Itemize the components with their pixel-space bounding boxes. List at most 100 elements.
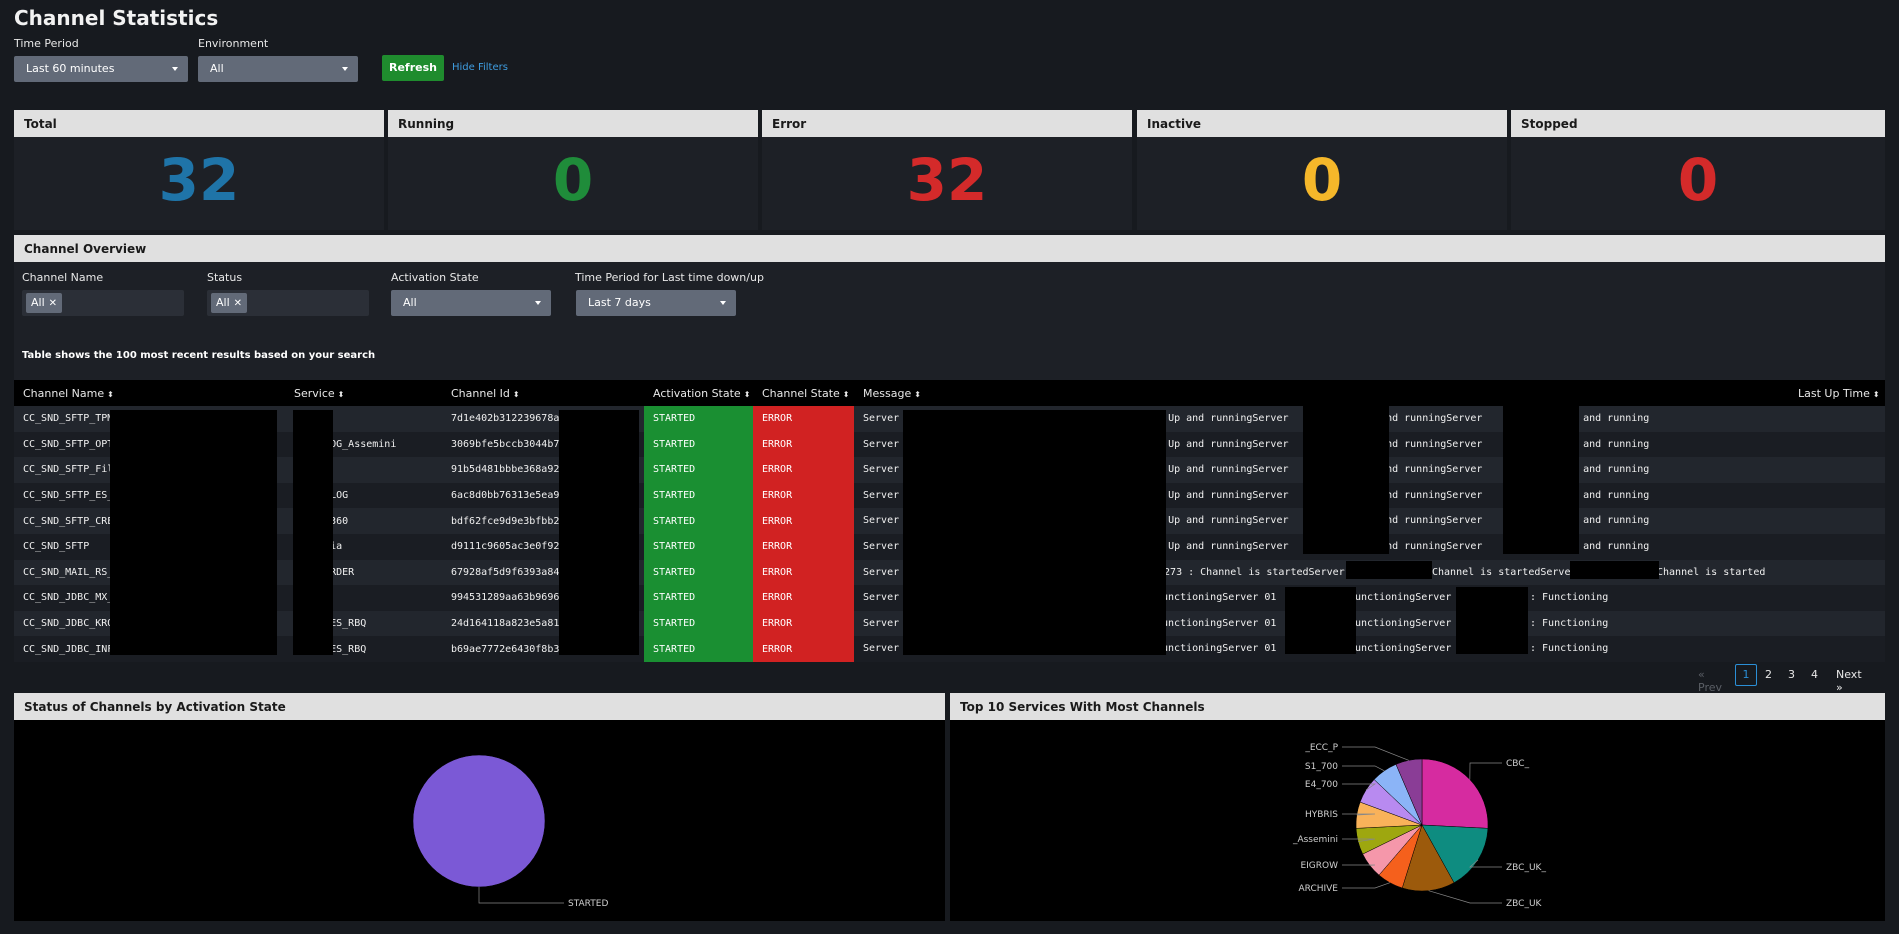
close-icon[interactable]: ✕ [49,298,57,309]
cell-activation-state: STARTED [644,482,753,509]
cell-channel-state: ERROR [753,610,854,637]
services-chart-panel: CBC_ ZBC_UK_ ZBC_UK ARCHIVE EIGROW _Assemini H… [950,720,1885,921]
page-link-4[interactable]: 4 [1811,668,1818,681]
page-link-2[interactable]: 2 [1765,668,1772,681]
stat-value[interactable]: 32 [14,151,384,209]
redaction-block [1456,587,1528,654]
stat-panel-error: Error 32 [762,110,1132,230]
table-header-row: Channel Name ⬍ Service ⬍ Channel Id ⬍ Activ… [14,380,1885,406]
activation-chart-panel: STARTED [14,720,945,921]
chevron-down-icon [342,67,348,71]
channel-name-token[interactable]: All ✕ [26,293,63,313]
column-label: Message [863,386,912,400]
cell-activation-state: STARTED [644,636,753,662]
prev-page-link[interactable]: « Prev [1698,668,1722,694]
leader-line [478,887,564,904]
pie-slice[interactable] [412,754,546,888]
status-input[interactable]: All ✕ [207,290,369,316]
environment-dropdown[interactable]: All [198,56,358,82]
slice-label: _ECC_P [1304,743,1338,753]
channel-overview-header: Channel Overview [14,235,1885,262]
stat-value[interactable]: 0 [1137,151,1507,209]
message-fragment: : Functioning [1530,643,1609,655]
stat-value[interactable]: 0 [388,151,758,209]
page-link-1[interactable]: 1 [1735,664,1757,686]
cell-last-up-time [1789,457,1885,483]
sort-icon: ⬍ [914,389,921,399]
stat-panel-total: Total 32 [14,110,384,230]
last-time-dropdown[interactable]: Last 7 days [576,290,736,316]
cell-channel-state: ERROR [753,431,854,458]
activation-chart-header: Status of Channels by Activation State [14,693,945,720]
stat-value[interactable]: 32 [762,151,1132,209]
slice-label: _Assemini [1292,835,1338,845]
cell-activation-state: STARTED [644,406,753,432]
channel-name-input[interactable]: All ✕ [22,290,184,316]
time-period-dropdown[interactable]: Last 60 minutes [14,56,188,82]
redaction-block [1570,561,1659,579]
slice-label: EIGROW [1300,861,1338,871]
cell-last-up-time [1789,636,1885,662]
cell-channel-state: ERROR [753,508,854,534]
cell-activation-state: STARTED [644,585,753,611]
page-link-3[interactable]: 3 [1788,668,1795,681]
refresh-button[interactable]: Refresh [382,55,444,81]
environment-value: All [210,62,224,75]
column-header-channel-id[interactable]: Channel Id ⬍ [442,380,644,406]
slice-label: HYBRIS [1305,810,1338,820]
redaction-block [559,410,639,655]
cell-last-up-time [1789,559,1885,586]
column-label: Channel Name [23,386,105,400]
redaction-block [903,410,1166,655]
redaction-block [1303,406,1389,554]
message-fragment: FunctioningServer [1349,592,1452,604]
next-page-link[interactable]: Next » [1836,668,1862,694]
cell-activation-state: STARTED [644,533,753,560]
slice-label: E4_700 [1305,780,1338,790]
slice-label: STARTED [568,899,608,909]
message-fragment: Server [863,515,900,527]
message-fragment: Server [863,413,900,424]
hide-filters-link[interactable]: Hide Filters [452,62,508,73]
time-period-label: Time Period [14,37,79,50]
stat-label: Error [762,110,1132,137]
message-fragment: 36273 : Channel is startedServer [1152,566,1345,578]
page-title: Channel Statistics [14,6,219,30]
pie-slice[interactable] [1421,758,1489,829]
leader-line [1342,882,1391,889]
services-chart-header: Top 10 Services With Most Channels [950,693,1885,720]
column-header-service[interactable]: Service ⬍ [285,380,442,406]
cell-activation-state: STARTED [644,457,753,483]
column-header-message[interactable]: Message ⬍ [854,380,1789,406]
cell-last-up-time [1789,508,1885,534]
column-header-last-up-time[interactable]: Last Up Time ⬍ [1789,380,1885,406]
sort-icon: ⬍ [337,389,345,399]
status-token[interactable]: All ✕ [211,293,248,313]
activation-state-dropdown[interactable]: All [391,290,551,316]
stat-panel-running: Running 0 [388,110,758,230]
cell-channel-state: ERROR [753,636,854,662]
cell-channel-state: ERROR [753,457,854,483]
sort-icon: ⬍ [842,389,850,399]
chevron-down-icon [535,301,541,305]
slice-label: ARCHIVE [1298,884,1338,894]
message-fragment: FunctioningServer 01 [1156,592,1277,604]
column-header-channel-state[interactable]: Channel State ⬍ [753,380,854,406]
cell-last-up-time [1789,610,1885,637]
message-fragment: FunctioningServer 01 [1156,643,1277,655]
column-header-activation-state[interactable]: Activation State ⬍ [644,380,753,406]
message-fragment: Server [863,566,900,578]
stat-label: Inactive [1137,110,1507,137]
column-header-channel-name[interactable]: Channel Name ⬍ [14,380,285,406]
stat-value[interactable]: 0 [1511,151,1885,209]
activation-pie-chart: STARTED [412,754,608,909]
slice-label: ZBC_UK_ [1506,863,1546,873]
activation-state-value: All [403,296,417,309]
cell-last-up-time [1789,406,1885,432]
message-fragment: Server [863,617,900,629]
cell-channel-state: ERROR [753,482,854,509]
redaction-block [293,410,333,655]
close-icon[interactable]: ✕ [234,298,242,309]
message-fragment: Server [863,643,900,655]
stat-panel-stopped: Stopped 0 [1511,110,1885,230]
